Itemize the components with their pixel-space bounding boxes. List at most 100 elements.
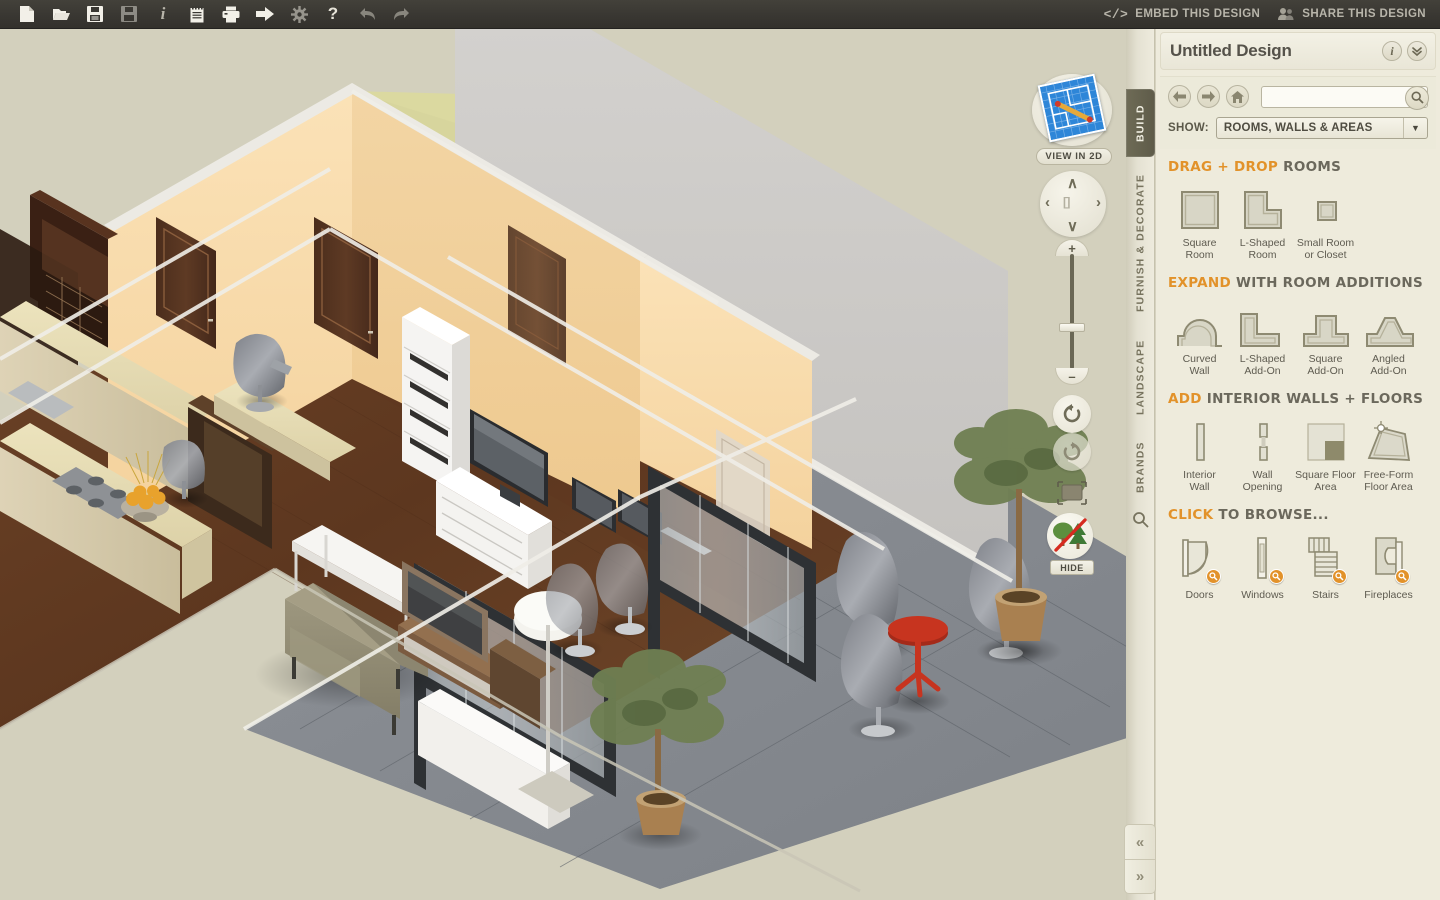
tool-square-floor-area[interactable]: Square Floor Area [1294, 414, 1357, 493]
new-document-icon[interactable] [10, 0, 44, 29]
nav-home-button[interactable] [1226, 85, 1249, 108]
save-icon[interactable] [78, 0, 112, 29]
fit-to-screen-button[interactable] [1055, 479, 1089, 507]
page-title: Untitled Design [1170, 41, 1292, 60]
section-room-additions: EXPAND WITH ROOM ADDITIONS Curved Wall L… [1168, 275, 1428, 377]
undo-icon[interactable] [350, 0, 384, 29]
section-title-interior: ADD INTERIOR WALLS + FLOORS [1168, 391, 1428, 407]
tool-label-angled-addon: Angled Add-On [1370, 353, 1407, 377]
share-this-design-button[interactable]: SHARE THIS DESIGN [1278, 7, 1426, 21]
zoom-out-button[interactable]: – [1055, 368, 1089, 385]
zoom-slider-track[interactable] [1070, 254, 1074, 369]
browse-badge-stairs[interactable] [1332, 569, 1347, 584]
tool-small-room-or-closet[interactable]: Small Room or Closet [1294, 182, 1357, 261]
zoom-slider[interactable]: + – [1055, 239, 1089, 385]
section-drag-drop-rooms: DRAG + DROP ROOMS Square Room L-Shaped R… [1168, 159, 1428, 261]
panel-vertical-tabs: BUILD FURNISH & DECORATE LANDSCAPE BRAND… [1126, 29, 1155, 900]
export-icon[interactable] [248, 0, 282, 29]
pan-left-arrow[interactable]: ‹ [1045, 194, 1050, 211]
tool-label-interior-wall: Interior Wall [1183, 469, 1216, 493]
white-shelving-unit [402, 307, 470, 489]
tool-doors[interactable]: Doors [1168, 530, 1231, 601]
view-in-2d-control[interactable]: VIEW IN 2D [1032, 73, 1116, 165]
hide-trees-button[interactable] [1047, 513, 1093, 559]
chevron-down-icon[interactable]: ▼ [1403, 118, 1427, 138]
sidebar-search-icon[interactable] [1132, 511, 1150, 529]
save-as-icon[interactable] [112, 0, 146, 29]
tool-fireplaces[interactable]: Fireplaces [1357, 530, 1420, 601]
browse-badge-doors[interactable] [1206, 569, 1221, 584]
rotate-left-button[interactable] [1053, 395, 1091, 433]
show-dropdown[interactable]: ROOMS, WALLS & AREAS ▼ [1215, 117, 1428, 139]
tool-free-form-floor-area[interactable]: Free-Form Floor Area [1357, 414, 1420, 493]
main-toolbar: i ? </> EMBED THIS DESIGN SHARE THIS DES… [0, 0, 1440, 29]
panel-navigation-bar: SHOW: ROOMS, WALLS & AREAS ▼ [1160, 76, 1436, 149]
nav-row [1168, 85, 1429, 110]
tool-l-shaped-add-on[interactable]: L-Shaped Add-On [1231, 298, 1294, 377]
section-title-rest: TO BROWSE... [1218, 507, 1329, 523]
notes-icon[interactable] [180, 0, 214, 29]
tool-angled-add-on[interactable]: Angled Add-On [1357, 298, 1420, 377]
rotate-cw-icon [1063, 442, 1081, 461]
help-icon[interactable]: ? [316, 0, 350, 29]
open-folder-icon[interactable] [44, 0, 78, 29]
browse-badge-fireplaces[interactable] [1395, 569, 1410, 584]
tool-l-shaped-room[interactable]: L-Shaped Room [1231, 182, 1294, 261]
isometric-floorplan-scene [0, 29, 1155, 900]
fireplaces-icon [1357, 530, 1420, 586]
hide-label[interactable]: HIDE [1050, 560, 1094, 575]
doors-icon [1168, 530, 1231, 586]
view-in-2d-button[interactable] [1032, 73, 1112, 146]
pan-up-arrow[interactable]: ∧ [1067, 174, 1078, 192]
section-title-additions: EXPAND WITH ROOM ADDITIONS [1168, 275, 1428, 291]
view-in-2d-label[interactable]: VIEW IN 2D [1036, 148, 1112, 165]
rotate-right-button[interactable] [1053, 433, 1091, 471]
embed-this-design-button[interactable]: </> EMBED THIS DESIGN [1104, 7, 1261, 22]
design-info-button[interactable]: i [1382, 41, 1402, 61]
search-submit-button[interactable] [1405, 85, 1429, 110]
sidebar-item-brands[interactable]: BRANDS [1126, 435, 1155, 499]
tool-label-square-room: Square Room [1182, 237, 1217, 261]
zoom-slider-thumb[interactable] [1059, 323, 1085, 332]
tool-square-add-on[interactable]: Square Add-On [1294, 298, 1357, 377]
pan-control-pad[interactable]: ∧ ∨ ‹ › [ ] [1040, 171, 1106, 237]
print-icon[interactable] [214, 0, 248, 29]
pan-down-arrow[interactable]: ∨ [1067, 217, 1078, 235]
l-shaped-room-icon [1231, 182, 1294, 234]
panel-header: Untitled Design i [1160, 32, 1436, 70]
section-items-interior: Interior Wall Wall Opening Square Floor … [1168, 414, 1428, 493]
tool-stairs[interactable]: Stairs [1294, 530, 1357, 601]
section-title-accent: EXPAND [1168, 275, 1232, 291]
sidebar-item-furnish-decorate[interactable]: FURNISH & DECORATE [1126, 169, 1155, 317]
tool-windows[interactable]: Windows [1231, 530, 1294, 601]
tool-label-small-room: Small Room or Closet [1296, 237, 1355, 261]
tool-square-room[interactable]: Square Room [1168, 182, 1231, 261]
app-root: i ? </> EMBED THIS DESIGN SHARE THIS DES… [0, 0, 1440, 900]
collapse-right-button[interactable]: » [1124, 859, 1156, 894]
wall-opening-icon [1231, 414, 1294, 466]
collapse-left-button[interactable]: « [1124, 824, 1156, 859]
nav-back-button[interactable] [1168, 85, 1191, 108]
floorplan-2d-thumbnail [1037, 73, 1107, 143]
search-input[interactable] [1262, 86, 1427, 107]
browse-badge-windows[interactable] [1269, 569, 1284, 584]
panel-search-box[interactable] [1261, 85, 1429, 110]
tool-interior-wall[interactable]: Interior Wall [1168, 414, 1231, 493]
hide-landscape-control[interactable]: HIDE [1047, 513, 1097, 575]
right-panel: Untitled Design i SHOW: ROOMS, WALLS & A… [1155, 29, 1440, 900]
tool-label-l-shaped-room: L-Shaped Room [1239, 237, 1286, 261]
tool-curved-wall[interactable]: Curved Wall [1168, 298, 1231, 377]
tool-wall-opening[interactable]: Wall Opening [1231, 414, 1294, 493]
pan-right-arrow[interactable]: › [1096, 194, 1101, 211]
sidebar-item-landscape[interactable]: LANDSCAPE [1126, 329, 1155, 425]
section-title-rest: INTERIOR WALLS + FLOORS [1206, 391, 1424, 407]
redo-icon[interactable] [384, 0, 418, 29]
toolbar-right-links: </> EMBED THIS DESIGN SHARE THIS DESIGN [1104, 7, 1440, 22]
settings-gear-icon[interactable] [282, 0, 316, 29]
design-viewport-3d[interactable]: VIEW IN 2D ∧ ∨ ‹ › [ ] + – HIDE [0, 29, 1155, 900]
recenter-view-button[interactable]: [ ] [1063, 195, 1070, 209]
nav-forward-button[interactable] [1197, 85, 1220, 108]
panel-collapse-button[interactable] [1407, 41, 1427, 61]
sidebar-item-build[interactable]: BUILD [1126, 89, 1155, 157]
info-icon[interactable]: i [146, 0, 180, 29]
